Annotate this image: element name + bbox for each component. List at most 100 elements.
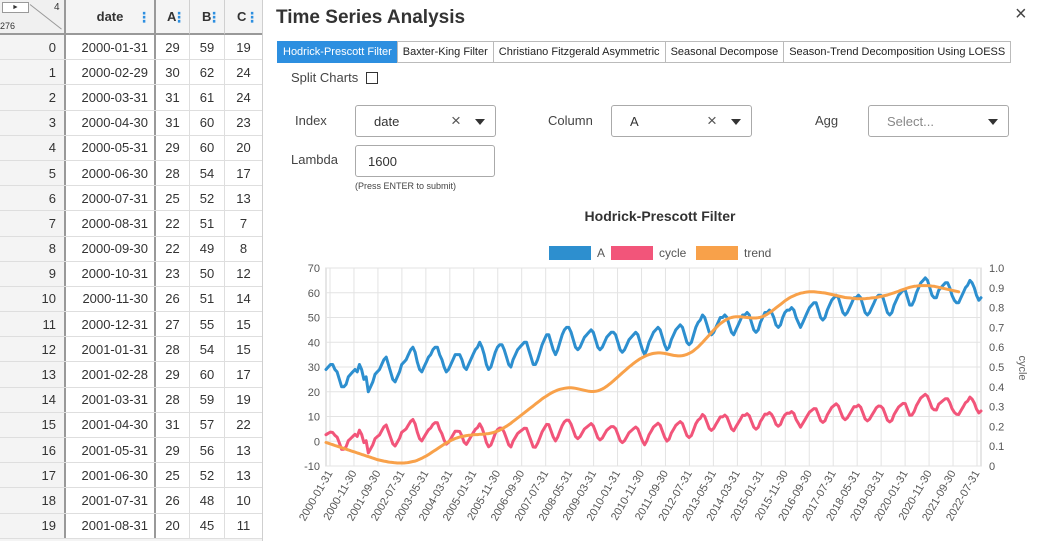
tab-christiano-fitzgerald[interactable]: Christiano Fitzgerald Asymmetric [492,41,666,63]
row-index[interactable]: 5 [0,160,66,186]
cell-a[interactable]: 28 [156,160,190,186]
cell-date[interactable]: 2001-05-31 [66,438,156,463]
cell-c[interactable]: 7 [225,211,262,236]
cell-date[interactable]: 2000-02-29 [66,60,156,85]
cell-a[interactable]: 29 [156,362,190,387]
column-menu-icon[interactable]: ⋮ [172,10,186,24]
cell-a[interactable]: 31 [156,85,190,110]
table-row[interactable]: 18 2001-07-31 26 48 10 [0,488,262,514]
cell-date[interactable]: 2000-09-30 [66,236,156,261]
cell-a[interactable]: 25 [156,463,190,488]
row-index[interactable]: 1 [0,60,66,85]
row-index[interactable]: 17 [0,463,66,488]
cell-a[interactable]: 29 [156,438,190,463]
cell-b[interactable]: 51 [190,211,225,236]
cell-c[interactable]: 13 [225,463,262,488]
row-index[interactable]: 19 [0,513,66,538]
agg-select[interactable]: Select... [868,105,1009,137]
cell-b[interactable]: 45 [190,513,225,538]
clear-icon[interactable]: × [707,111,717,131]
cell-a[interactable]: 23 [156,261,190,286]
cell-b[interactable]: 59 [190,35,225,60]
cell-b[interactable]: 62 [190,60,225,85]
cell-a[interactable]: 22 [156,236,190,261]
cell-a[interactable]: 28 [156,387,190,412]
table-row[interactable]: 14 2001-03-31 28 59 19 [0,387,262,413]
cell-a[interactable]: 22 [156,211,190,236]
chevron-down-icon[interactable] [988,119,998,125]
legend-item-cycle[interactable]: cycle [611,246,687,260]
cell-a[interactable]: 28 [156,337,190,362]
cell-a[interactable]: 26 [156,286,190,312]
cell-date[interactable]: 2000-01-31 [66,35,156,60]
cell-c[interactable]: 22 [225,412,262,437]
cell-b[interactable]: 61 [190,85,225,110]
cell-b[interactable]: 60 [190,362,225,387]
cell-c[interactable]: 13 [225,438,262,463]
cell-date[interactable]: 2000-10-31 [66,261,156,286]
cell-date[interactable]: 2001-01-31 [66,337,156,362]
cell-b[interactable]: 54 [190,160,225,186]
cell-c[interactable]: 19 [225,35,262,60]
column-header-c[interactable]: C ⋮ [225,0,262,35]
table-row[interactable]: 3 2000-04-30 31 60 23 [0,110,262,136]
table-row[interactable]: 0 2000-01-31 29 59 19 [0,35,262,61]
column-header-date[interactable]: date ⋮ [66,0,156,35]
cell-c[interactable]: 17 [225,160,262,186]
cell-a[interactable]: 29 [156,35,190,60]
table-row[interactable]: 4 2000-05-31 29 60 20 [0,135,262,161]
row-index[interactable]: 0 [0,35,66,60]
cell-date[interactable]: 2000-04-30 [66,110,156,135]
cell-c[interactable]: 20 [225,135,262,160]
chevron-down-icon[interactable] [475,119,485,125]
row-index[interactable]: 11 [0,312,66,337]
row-index[interactable]: 9 [0,261,66,286]
table-row[interactable]: 10 2000-11-30 26 51 14 [0,286,262,313]
column-menu-icon[interactable]: ⋮ [245,10,259,24]
column-header-b[interactable]: B ⋮ [190,0,225,35]
cell-a[interactable]: 25 [156,186,190,211]
cell-c[interactable]: 24 [225,85,262,110]
cell-c[interactable]: 11 [225,513,262,538]
row-index[interactable]: 10 [0,286,66,312]
row-index[interactable]: 6 [0,186,66,211]
row-index[interactable]: 14 [0,387,66,412]
table-row[interactable]: 13 2001-02-28 29 60 17 [0,362,262,388]
column-menu-icon[interactable]: ⋮ [207,10,221,24]
table-row[interactable]: 2 2000-03-31 31 61 24 [0,85,262,111]
cell-date[interactable]: 2000-05-31 [66,135,156,160]
table-row[interactable]: 7 2000-08-31 22 51 7 [0,211,262,237]
column-header-a[interactable]: A ⋮ [156,0,190,35]
row-index[interactable]: 2 [0,85,66,110]
table-row[interactable]: 9 2000-10-31 23 50 12 [0,261,262,287]
cell-c[interactable]: 15 [225,337,262,362]
cell-date[interactable]: 2001-04-30 [66,412,156,437]
column-select[interactable]: A × [611,105,752,137]
table-row[interactable]: 1 2000-02-29 30 62 24 [0,60,262,86]
cell-b[interactable]: 59 [190,387,225,412]
table-row[interactable]: 15 2001-04-30 31 57 22 [0,412,262,438]
row-index[interactable]: 8 [0,236,66,261]
chevron-down-icon[interactable] [731,119,741,125]
tab-seasonal-decompose[interactable]: Seasonal Decompose [664,41,785,63]
cell-date[interactable]: 2000-07-31 [66,186,156,211]
cell-a[interactable]: 31 [156,110,190,135]
tab-hodrick-prescott[interactable]: Hodrick-Prescott Filter [277,41,398,63]
table-row[interactable]: 6 2000-07-31 25 52 13 [0,186,262,212]
cell-c[interactable]: 10 [225,488,262,513]
cell-c[interactable]: 12 [225,261,262,286]
row-index[interactable]: 7 [0,211,66,236]
cell-c[interactable]: 19 [225,387,262,412]
cell-c[interactable]: 17 [225,362,262,387]
cell-date[interactable]: 2001-07-31 [66,488,156,513]
table-row[interactable]: 11 2000-12-31 27 55 15 [0,312,262,338]
cell-date[interactable]: 2000-12-31 [66,312,156,337]
split-charts-checkbox[interactable] [366,71,379,84]
cell-date[interactable]: 2001-02-28 [66,362,156,387]
cell-b[interactable]: 49 [190,236,225,261]
table-row[interactable]: 8 2000-09-30 22 49 8 [0,236,262,262]
tab-stl[interactable]: Season-Trend Decomposition Using LOESS [783,41,1012,63]
row-index[interactable]: 18 [0,488,66,513]
clear-icon[interactable]: × [451,111,461,131]
cell-a[interactable]: 20 [156,513,190,538]
